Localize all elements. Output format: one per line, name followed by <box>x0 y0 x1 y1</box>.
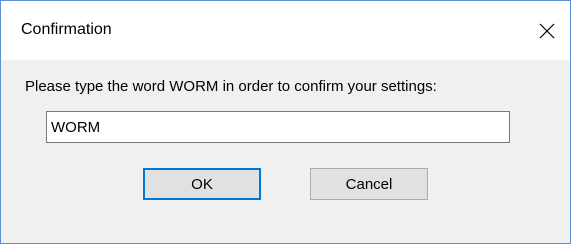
title-bar: Confirmation <box>1 1 570 60</box>
cancel-button[interactable]: Cancel <box>310 168 428 200</box>
confirmation-dialog: Confirmation Please type the word WORM i… <box>0 0 571 244</box>
window-title: Confirmation <box>21 21 112 38</box>
ok-button[interactable]: OK <box>143 168 261 200</box>
confirmation-word-input[interactable] <box>46 111 510 143</box>
confirmation-prompt: Please type the word WORM in order to co… <box>25 78 437 95</box>
dialog-content: Please type the word WORM in order to co… <box>1 60 570 243</box>
close-button[interactable] <box>524 1 570 60</box>
close-icon <box>539 23 555 39</box>
